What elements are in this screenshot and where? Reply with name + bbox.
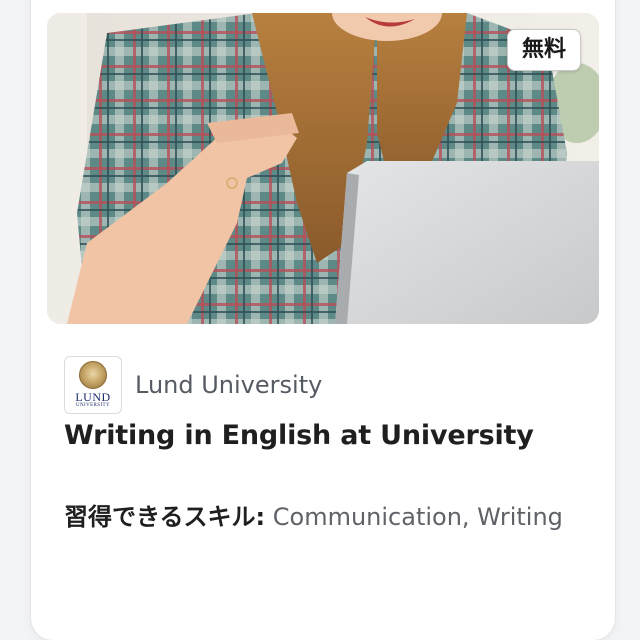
logo-wordmark: LUND [75,390,111,404]
logo-subtext: UNIVERSITY [76,403,110,408]
skills-value: Communication, Writing [265,503,563,531]
skills-text: 習得できるスキル: Communication, Writing [64,496,584,538]
university-seal-icon [79,361,107,389]
course-title[interactable]: Writing in English at University [64,420,534,451]
course-hero-image[interactable]: 無料 [47,13,599,324]
university-logo: LUND UNIVERSITY [64,356,122,414]
partner-name: Lund University [135,371,323,399]
free-badge: 無料 [506,29,581,71]
course-card[interactable]: 無料 LUND UNIVERSITY Lund University Writi… [31,0,615,640]
partner-row: LUND UNIVERSITY Lund University [64,356,322,414]
skills-label: 習得できるスキル: [64,503,266,531]
